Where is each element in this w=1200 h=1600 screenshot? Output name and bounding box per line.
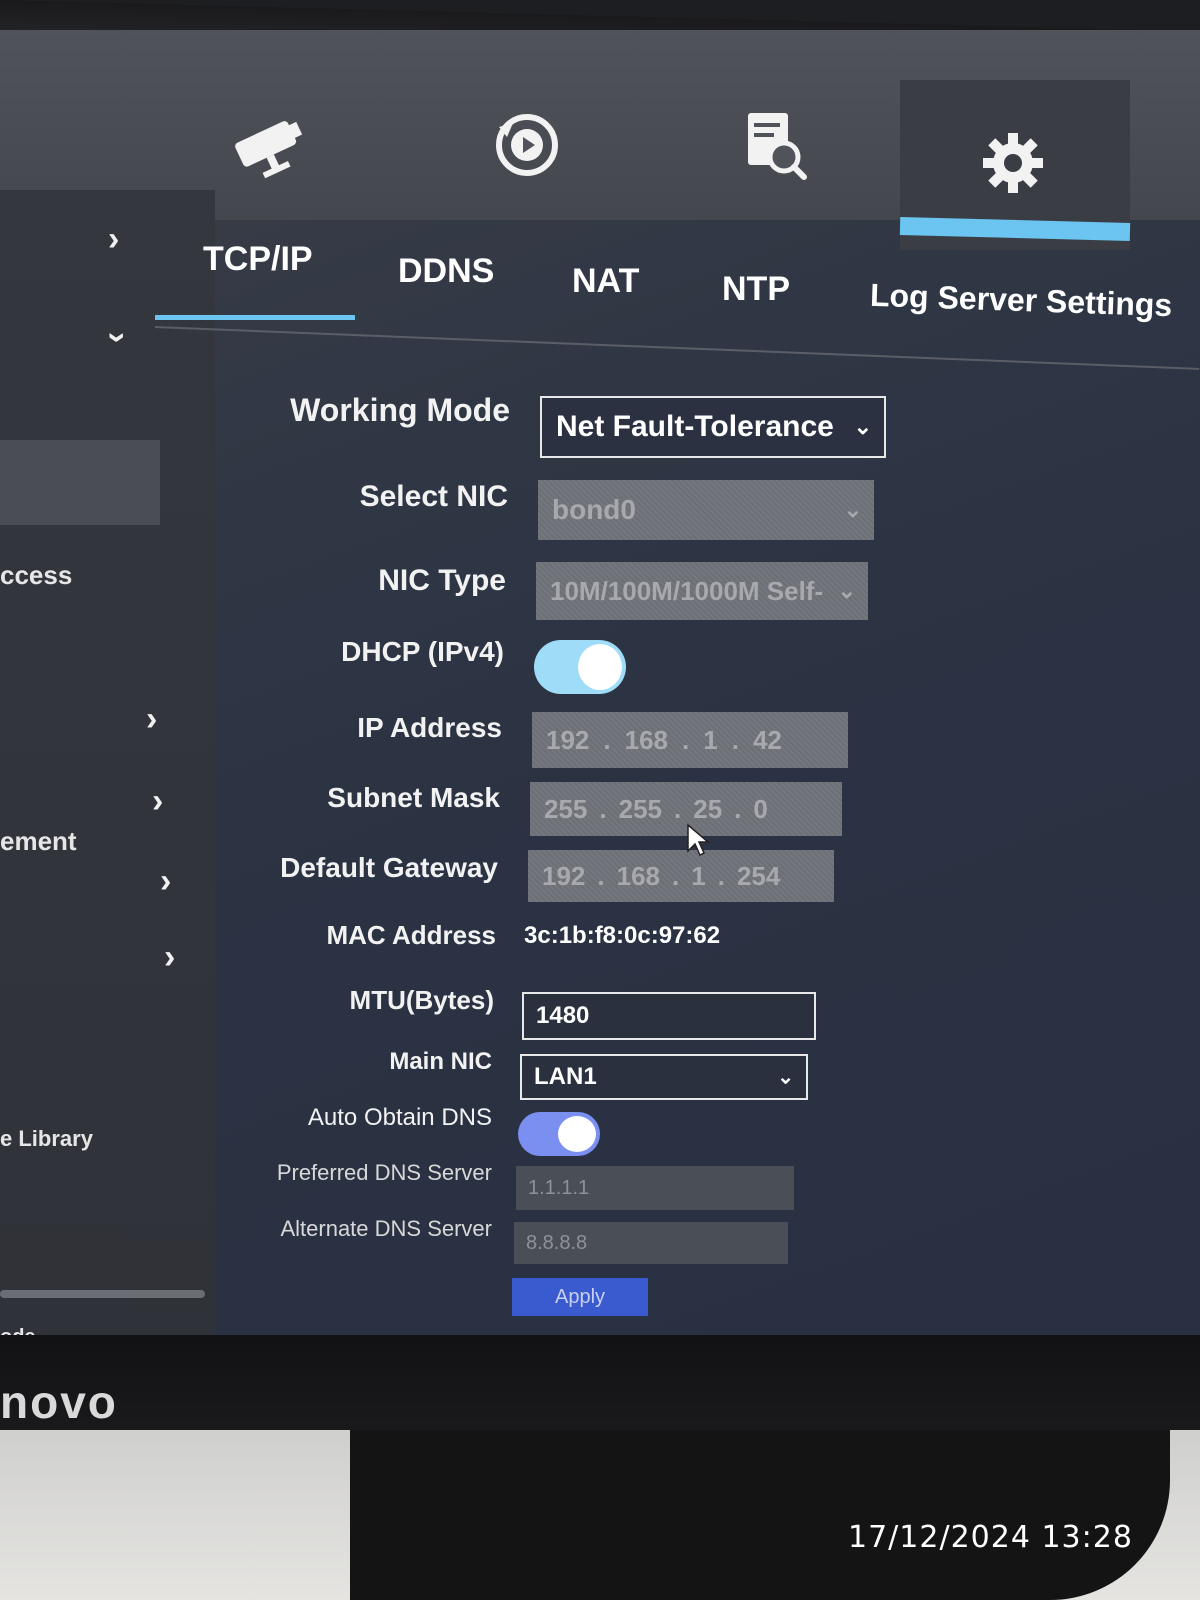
photo-timestamp: 17/12/2024 13:28	[848, 1520, 1133, 1555]
toggle-knob	[558, 1116, 596, 1152]
sidebar: › › ccess › ement › › › e Library ode	[0, 190, 215, 1370]
nic-type-value: 10M/100M/1000M Self-	[550, 575, 824, 606]
tab-divider	[154, 326, 1200, 370]
mac-address-value: 3c:1b:f8:0c:97:62	[524, 922, 721, 949]
subnet-mask-label: Subnet Mask	[327, 782, 500, 813]
ip-octet: 42	[752, 724, 782, 755]
dvr-screen: › › ccess › ement › › › e Library ode TC…	[0, 30, 1200, 1370]
working-mode-select[interactable]: Net Fault-Tolerance ⌄	[540, 396, 886, 458]
chevron-down-icon: ⌄	[843, 497, 862, 522]
search-icon[interactable]	[730, 100, 820, 190]
mask-octet: 255	[544, 793, 588, 824]
gateway-octet: 254	[736, 860, 781, 891]
sidebar-item-library[interactable]: e Library	[0, 1126, 93, 1152]
tab-nat[interactable]: NAT	[572, 262, 639, 301]
mask-octet: 25	[693, 793, 723, 824]
gateway-octet: 192	[542, 860, 586, 891]
mac-address-label: MAC Address	[326, 920, 496, 950]
mtu-value: 1480	[536, 1002, 590, 1029]
working-mode-value: Net Fault-Tolerance	[556, 410, 834, 443]
sidebar-scrollbar[interactable]	[0, 1290, 205, 1298]
chevron-down-icon: ⌄	[777, 1066, 794, 1089]
select-nic-value: bond0	[552, 494, 636, 525]
tab-ntp[interactable]: NTP	[722, 270, 790, 309]
dhcp-label: DHCP (IPv4)	[341, 636, 504, 667]
tab-ddns[interactable]: DDNS	[398, 252, 494, 291]
preferred-dns-value: 1.1.1.1	[528, 1176, 590, 1199]
alternate-dns-value: 8.8.8.8	[526, 1231, 588, 1254]
gateway-octet: 168	[616, 860, 661, 891]
alternate-dns-label: Alternate DNS Server	[280, 1216, 492, 1241]
select-nic-label: Select NIC	[359, 480, 508, 513]
default-gateway-label: Default Gateway	[280, 852, 498, 883]
chevron-down-icon: ⌄	[853, 414, 872, 439]
alternate-dns-input[interactable]: 8.8.8.8	[514, 1222, 788, 1264]
auto-dns-toggle[interactable]	[518, 1112, 600, 1156]
sidebar-item-management[interactable]: ement	[0, 826, 77, 857]
monitor-brand-logo: novo	[0, 1376, 118, 1428]
camera-icon[interactable]	[230, 100, 320, 190]
monitor-stand	[350, 1430, 1170, 1600]
mouse-cursor-icon	[687, 823, 710, 857]
default-gateway-field: 192 . 168 . 1 . 254	[528, 850, 834, 902]
ip-octet: 1	[703, 724, 718, 755]
mtu-input[interactable]: 1480	[522, 992, 816, 1040]
photo: › › ccess › ement › › › e Library ode TC…	[0, 0, 1200, 1600]
main-nic-label: Main NIC	[389, 1048, 492, 1075]
tab-tcpip[interactable]: TCP/IP	[203, 240, 313, 279]
main-nic-value: LAN1	[534, 1063, 597, 1090]
mtu-label: MTU(Bytes)	[349, 985, 494, 1015]
settings-icon[interactable]	[968, 118, 1058, 208]
ip-address-label: IP Address	[357, 712, 502, 743]
chevron-down-icon: ⌄	[837, 578, 856, 603]
mask-octet: 0	[753, 793, 768, 824]
playback-icon[interactable]	[482, 100, 572, 190]
dhcp-toggle[interactable]	[534, 640, 626, 694]
apply-button[interactable]: Apply	[512, 1278, 648, 1316]
working-mode-label: Working Mode	[290, 392, 510, 428]
toggle-knob	[578, 644, 622, 690]
tab-log-server-settings[interactable]: Log Server Settings	[869, 277, 1172, 325]
select-nic-select: bond0 ⌄	[538, 480, 874, 540]
mask-octet: 255	[618, 793, 663, 824]
main-nic-select[interactable]: LAN1 ⌄	[520, 1054, 808, 1100]
gateway-octet: 1	[691, 860, 706, 891]
active-tab-indicator	[155, 315, 355, 320]
auto-dns-label: Auto Obtain DNS	[307, 1104, 492, 1131]
sidebar-item-access[interactable]: ccess	[0, 560, 72, 591]
chevron-right-icon[interactable]: ›	[108, 220, 119, 259]
nic-type-label: NIC Type	[378, 564, 506, 597]
ip-octet: 168	[624, 724, 669, 755]
preferred-dns-input[interactable]: 1.1.1.1	[516, 1166, 794, 1210]
nic-type-select: 10M/100M/1000M Self- ⌄	[536, 562, 868, 620]
ip-octet: 192	[546, 724, 590, 755]
ip-address-field: 192 . 168 . 1 . 42	[532, 712, 848, 768]
chevron-down-icon[interactable]: ›	[98, 332, 137, 343]
preferred-dns-label: Preferred DNS Server	[276, 1160, 492, 1185]
